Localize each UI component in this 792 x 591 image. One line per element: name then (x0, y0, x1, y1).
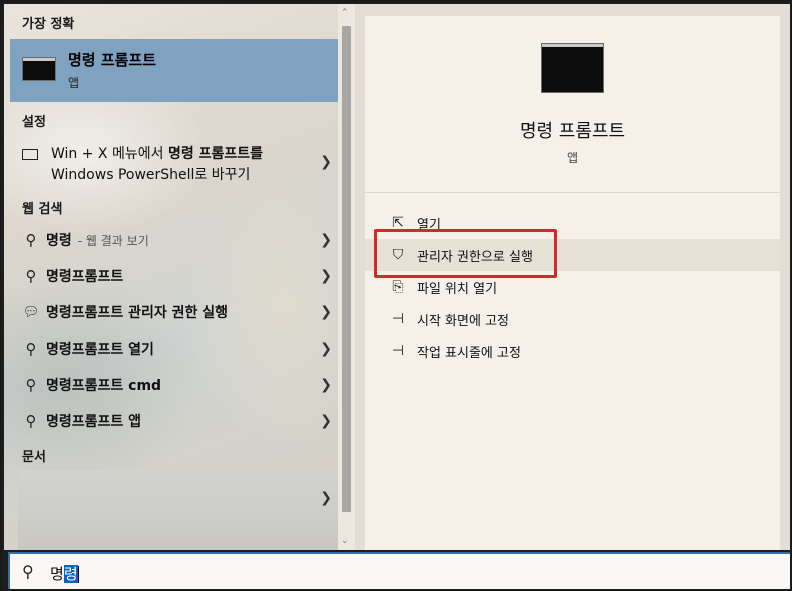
search-icon: ⚲ (25, 376, 37, 394)
documents-header: 문서 (22, 450, 46, 465)
scroll-down-icon[interactable]: ⌄ (341, 536, 349, 546)
search-icon: ⚲ (25, 231, 37, 249)
search-icon: ⚲ (22, 562, 34, 581)
search-icon: ⚲ (25, 340, 37, 358)
scrollbar-thumb[interactable] (342, 26, 351, 512)
setting-item-powershell[interactable]: Win + X 메뉴에서 명령 프롬프트를 Windows PowerShell… (10, 140, 338, 186)
search-input[interactable]: 명령 (50, 563, 79, 584)
monitor-icon (22, 149, 38, 160)
start-search-window: 가장 정확 명령 프롬프트 앱 설정 Win + X 메뉴에서 명령 프롬프트를… (0, 0, 792, 591)
chevron-right-icon[interactable]: ❯ (320, 341, 332, 357)
web-search-header: 웹 검색 (22, 202, 63, 217)
web-item-1[interactable]: ⚲ 명령 - 웹 결과 보기 ❯ (10, 223, 338, 257)
file-location-icon: ⎘ (392, 279, 404, 295)
command-prompt-large-icon (541, 43, 604, 93)
setting-line1: Win + X 메뉴에서 명령 프롬프트를 (51, 146, 263, 162)
web-item-3[interactable]: 💬︎ 명령프롬프트 관리자 권한 실행 ❯ (10, 295, 338, 329)
pin-icon: ⊣ (391, 311, 405, 327)
search-icon: ⚲ (25, 267, 37, 285)
chevron-right-icon[interactable]: ❯ (320, 232, 332, 248)
web-item-label: 명령프롬프트 (46, 269, 124, 285)
web-item-6[interactable]: ⚲ 명령프롬프트 앱 ❯ (10, 404, 338, 438)
detail-pane: 명령 프롬프트 앱 ⇱ 열기 ⛉ 관리자 권한으로 실행 ⎘ 파일 위치 열기 … (365, 16, 780, 550)
web-item-hint: - 웹 결과 보기 (77, 233, 149, 248)
action-label: 시작 화면에 고정 (417, 313, 509, 329)
command-prompt-icon (22, 57, 56, 81)
detail-app-type: 앱 (566, 151, 579, 165)
scroll-up-icon[interactable]: ⌃ (341, 8, 349, 18)
detail-app-name: 명령 프롬프트 (519, 121, 626, 142)
best-match-item[interactable]: 명령 프롬프트 앱 (10, 39, 338, 102)
web-item-4[interactable]: ⚲ 명령프롬프트 열기 ❯ (10, 332, 338, 366)
text-caret (77, 566, 79, 583)
web-item-label: 명령프롬프트 앱 (46, 414, 142, 430)
best-match-subtitle: 앱 (68, 76, 80, 90)
search-icon: ⚲ (25, 412, 37, 430)
chat-icon: 💬︎ (22, 304, 40, 320)
action-pin-to-taskbar[interactable]: ⊣ 작업 표시줄에 고정 (365, 335, 780, 367)
results-scrollbar[interactable]: ⌃ ⌄ (338, 4, 355, 550)
selected-text: 령 (63, 565, 78, 583)
highlight-annotation-box (374, 229, 557, 278)
chevron-right-icon[interactable]: ❯ (320, 304, 332, 320)
chevron-right-icon[interactable]: ❯ (320, 490, 332, 506)
chevron-right-icon[interactable]: ❯ (320, 377, 332, 393)
divider (365, 192, 780, 193)
web-item-label: 명령프롬프트 cmd (46, 378, 162, 394)
web-item-5[interactable]: ⚲ 명령프롬프트 cmd ❯ (10, 368, 338, 402)
search-box[interactable]: ⚲ 명령 (8, 552, 790, 589)
best-match-title: 명령 프롬프트 (68, 51, 157, 69)
web-item-label: 명령프롬프트 열기 (46, 342, 154, 358)
settings-header: 설정 (22, 115, 46, 130)
action-pin-to-start[interactable]: ⊣ 시작 화면에 고정 (365, 303, 780, 335)
action-label: 작업 표시줄에 고정 (417, 345, 521, 361)
action-label: 파일 위치 열기 (417, 281, 498, 297)
setting-line2: Windows PowerShell로 바꾸기 (51, 167, 251, 183)
web-item-2[interactable]: ⚲ 명령프롬프트 ❯ (10, 259, 338, 293)
web-item-label: 명령프롬프트 관리자 권한 실행 (46, 305, 229, 321)
chevron-right-icon[interactable]: ❯ (320, 268, 332, 284)
document-item[interactable]: ❯ (18, 470, 338, 550)
chevron-right-icon[interactable]: ❯ (320, 413, 332, 429)
web-item-label: 명령 (46, 233, 72, 249)
pin-icon: ⊣ (391, 343, 405, 359)
chevron-right-icon[interactable]: ❯ (320, 154, 332, 170)
best-match-header: 가장 정확 (22, 17, 75, 32)
results-pane: 가장 정확 명령 프롬프트 앱 설정 Win + X 메뉴에서 명령 프롬프트를… (4, 4, 338, 550)
